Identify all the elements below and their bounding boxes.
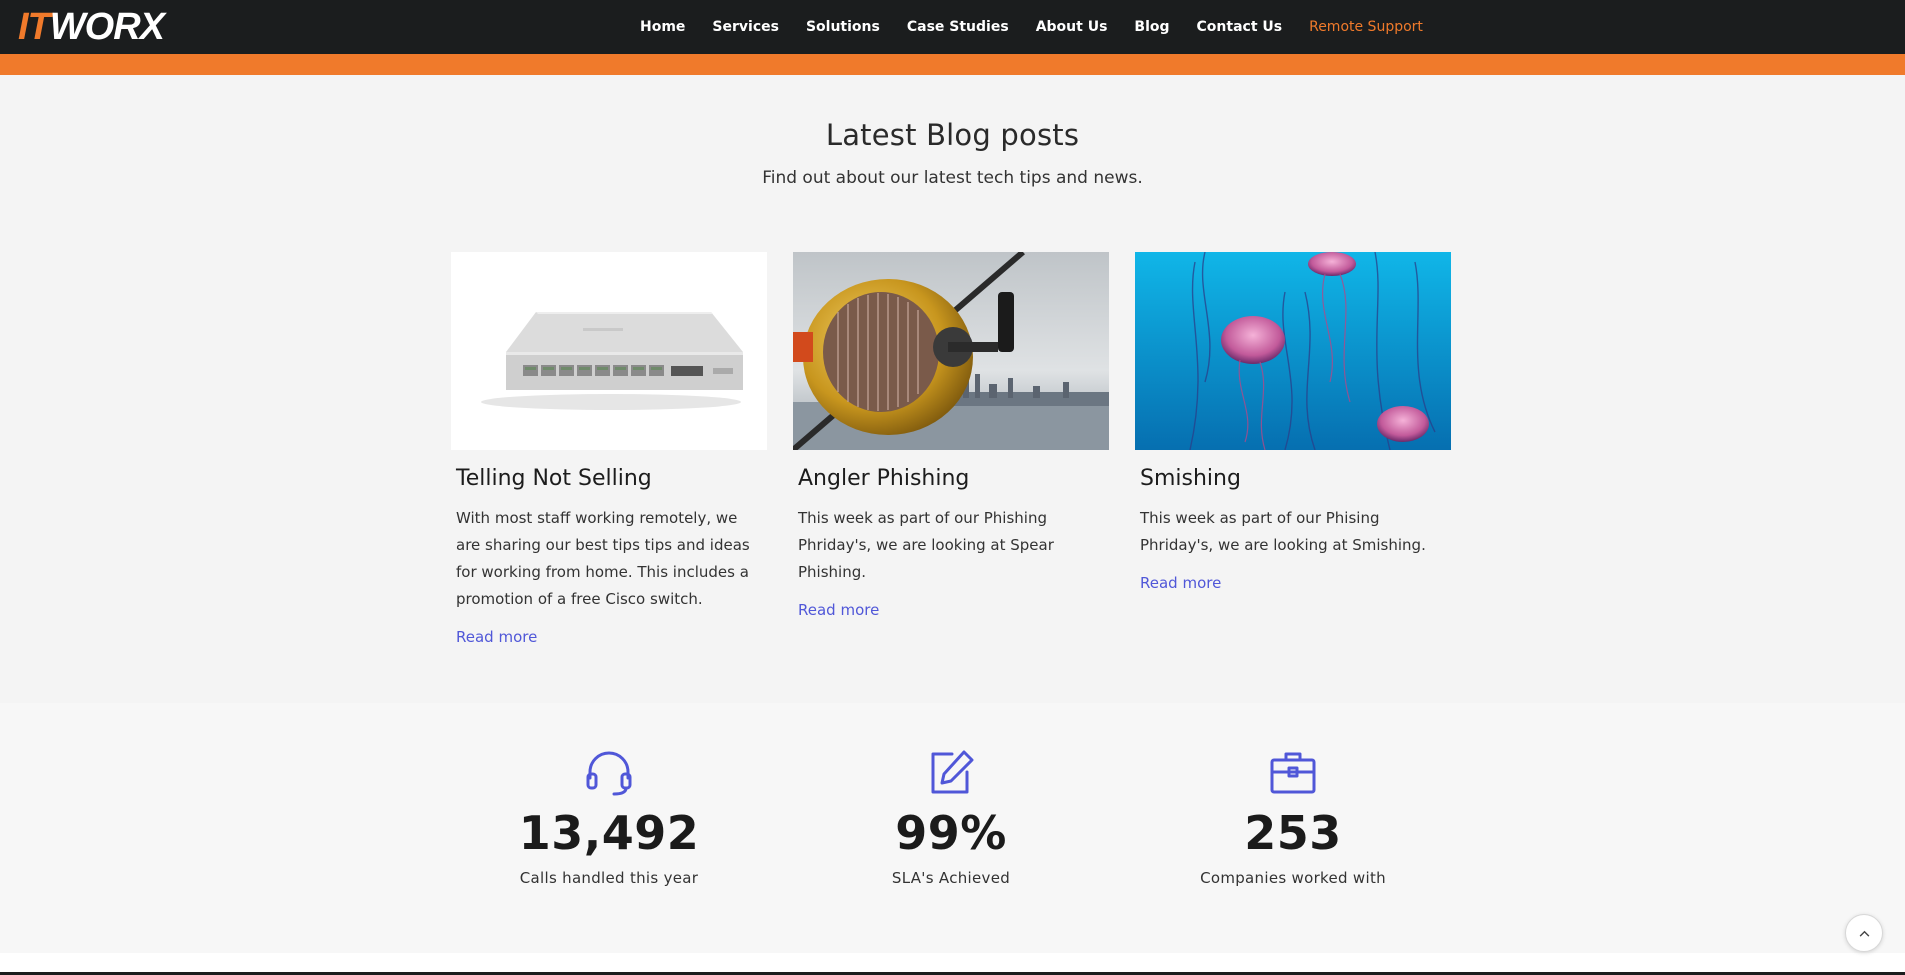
orange-accent-strip xyxy=(0,54,1905,75)
briefcase-icon xyxy=(1270,752,1316,794)
blog-card-excerpt: This week as part of our Phising Phriday… xyxy=(1140,509,1426,554)
blog-section-header: Latest Blog posts Find out about our lat… xyxy=(0,118,1905,188)
blog-section-title: Latest Blog posts xyxy=(825,118,1080,152)
nav-home[interactable]: Home xyxy=(640,19,685,35)
stat-value: 99% xyxy=(895,806,1007,860)
blog-card: Telling Not Selling With most staff work… xyxy=(451,252,767,646)
nav-solutions[interactable]: Solutions xyxy=(806,19,880,35)
jellyfish-image[interactable] xyxy=(1135,252,1451,450)
stats-section: 13,492 Calls handled this year 99% SLA's… xyxy=(0,703,1905,953)
nav-remote-support[interactable]: Remote Support xyxy=(1309,19,1423,35)
nav-case-studies[interactable]: Case Studies xyxy=(907,19,1009,35)
logo-it: IT xyxy=(18,6,51,48)
stat-label: Calls handled this year xyxy=(519,868,699,887)
blog-card: Angler Phishing This week as part of our… xyxy=(793,252,1109,619)
read-more-link[interactable]: Read more xyxy=(798,601,879,619)
footer-edge xyxy=(0,953,1905,975)
blog-card-excerpt: With most staff working remotely, we are… xyxy=(456,509,750,608)
blog-card-title[interactable]: Telling Not Selling xyxy=(456,466,762,491)
edit-icon xyxy=(931,750,974,794)
blog-card-excerpt: This week as part of our Phishing Phrida… xyxy=(798,509,1054,581)
nav-contact-us[interactable]: Contact Us xyxy=(1197,19,1283,35)
headset-icon xyxy=(586,751,632,796)
logo-worx: WORX xyxy=(49,6,165,48)
top-navbar: IT WORX Home Services Solutions Case Stud… xyxy=(0,0,1905,54)
nav-services[interactable]: Services xyxy=(712,19,779,35)
nav-blog[interactable]: Blog xyxy=(1134,19,1169,35)
stat-sla: 99% SLA's Achieved xyxy=(801,748,1101,887)
read-more-link[interactable]: Read more xyxy=(1140,574,1221,592)
stat-companies: 253 Companies worked with xyxy=(1143,748,1443,887)
stat-value: 253 xyxy=(1244,806,1342,860)
stat-label: Companies worked with xyxy=(1200,868,1386,887)
itworx-logo[interactable]: IT WORX xyxy=(18,6,165,48)
fishing-reel-image[interactable] xyxy=(793,252,1109,450)
blog-card-title[interactable]: Angler Phishing xyxy=(798,466,1104,491)
network-switch-image[interactable] xyxy=(451,252,767,450)
blog-section-subtitle: Find out about our latest tech tips and … xyxy=(762,168,1143,188)
blog-card: Smishing This week as part of our Phisin… xyxy=(1135,252,1451,592)
stat-value: 13,492 xyxy=(518,806,700,860)
stat-calls: 13,492 Calls handled this year xyxy=(459,748,759,887)
chevron-up-icon xyxy=(1859,930,1869,937)
nav-about-us[interactable]: About Us xyxy=(1036,19,1108,35)
stat-label: SLA's Achieved xyxy=(891,868,1011,887)
read-more-link[interactable]: Read more xyxy=(456,628,537,646)
blog-card-title[interactable]: Smishing xyxy=(1140,466,1446,491)
main-nav: Home Services Solutions Case Studies Abo… xyxy=(640,0,1450,54)
scroll-to-top-button[interactable] xyxy=(1845,914,1883,952)
